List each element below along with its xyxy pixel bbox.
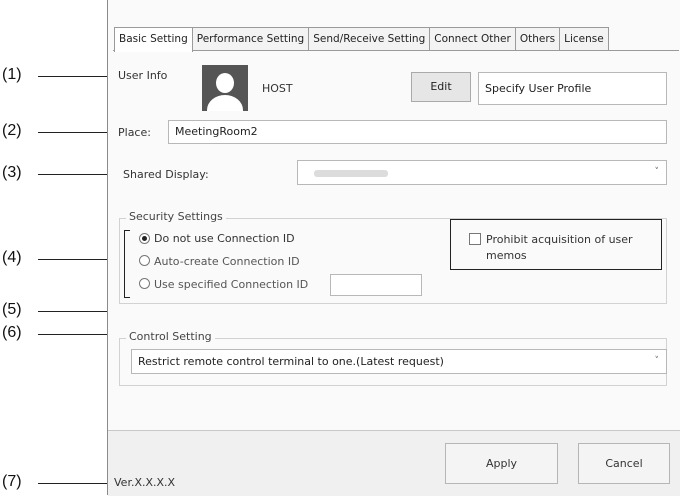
callout-3: (3): [2, 164, 22, 181]
user-info-label: User Info: [118, 69, 168, 82]
security-settings-title: Security Settings: [126, 210, 226, 223]
tab-license[interactable]: License: [559, 27, 609, 51]
leader-line-7: [38, 483, 114, 484]
leader-line-2: [38, 132, 117, 133]
user-name: HOST: [262, 82, 293, 95]
shared-display-label: Shared Display:: [123, 168, 209, 181]
callout-5: (5): [2, 301, 22, 318]
leader-line-4: [38, 259, 118, 260]
option-no-connection-id-label: Do not use Connection ID: [154, 232, 295, 245]
place-label: Place:: [118, 126, 151, 139]
tab-basic-setting[interactable]: Basic Setting: [114, 27, 193, 52]
callout-2: (2): [2, 122, 22, 139]
blurred-display-name: [314, 170, 388, 177]
radio-no-connection-id[interactable]: [139, 233, 150, 244]
shared-display-select[interactable]: ˅: [297, 160, 667, 185]
leader-line-3: [38, 174, 117, 175]
place-input[interactable]: MeetingRoom2: [168, 120, 667, 144]
callout-1: (1): [2, 66, 22, 83]
edit-button[interactable]: Edit: [411, 72, 471, 102]
tab-connect-other[interactable]: Connect Other: [429, 27, 516, 51]
prohibit-user-memos-label: Prohibit acquisition of user memos: [486, 233, 633, 262]
connection-id-input[interactable]: [330, 274, 422, 296]
tab-bar: Basic Setting Performance Setting Send/R…: [114, 27, 609, 52]
user-profile-field[interactable]: Specify User Profile: [478, 72, 667, 105]
leader-line-1: [38, 76, 117, 77]
cancel-button[interactable]: Cancel: [578, 443, 670, 484]
tab-performance-setting[interactable]: Performance Setting: [191, 27, 310, 51]
control-setting-title: Control Setting: [126, 330, 215, 343]
callout-4: (4): [2, 249, 22, 266]
user-avatar-icon: [202, 65, 248, 111]
option-auto-connection-id-label: Auto-create Connection ID: [154, 255, 300, 268]
chevron-down-icon[interactable]: ˅: [655, 161, 660, 184]
callout-6: (6): [2, 324, 22, 341]
radio-auto-connection-id[interactable]: [139, 255, 150, 266]
chevron-down-icon[interactable]: ˅: [655, 350, 660, 373]
apply-button[interactable]: Apply: [445, 443, 558, 484]
tab-others[interactable]: Others: [514, 27, 561, 51]
control-setting-value: Restrict remote control terminal to one.…: [138, 355, 444, 368]
radio-specified-connection-id[interactable]: [139, 278, 150, 289]
prohibit-user-memos-checkbox[interactable]: [469, 233, 481, 245]
callout-7: (7): [2, 473, 22, 490]
bracket-4: [124, 230, 130, 298]
version-label: Ver.X.X.X.X: [114, 476, 176, 489]
tab-send-receive-setting[interactable]: Send/Receive Setting: [308, 27, 431, 51]
option-specified-connection-id-label: Use specified Connection ID: [154, 278, 309, 291]
control-setting-select[interactable]: Restrict remote control terminal to one.…: [131, 349, 667, 374]
